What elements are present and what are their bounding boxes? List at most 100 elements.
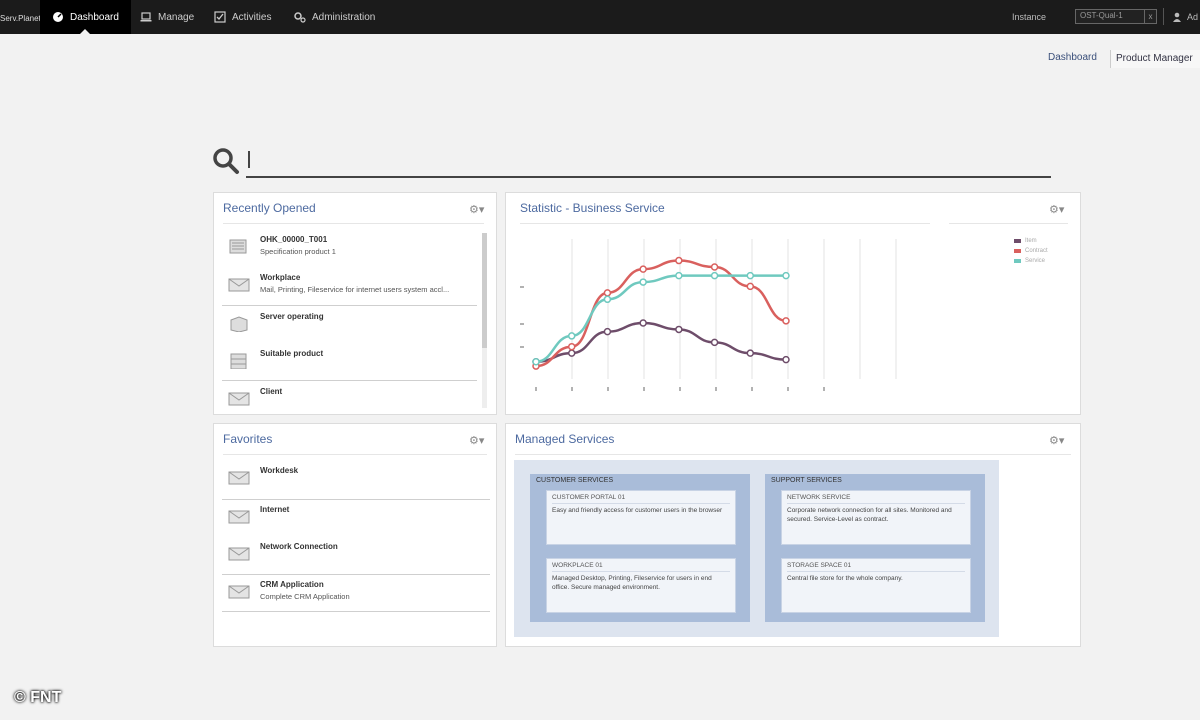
mail-icon — [228, 585, 250, 599]
data-point[interactable] — [782, 317, 790, 325]
mail-icon — [228, 547, 250, 561]
list-item[interactable]: Workplace Mail, Printing, Fileservice fo… — [222, 269, 487, 307]
legend-label: Contract — [1025, 248, 1048, 254]
item-name: Suitable product — [260, 349, 324, 358]
checklist-icon — [214, 11, 226, 23]
list-item[interactable]: Workdesk — [222, 462, 487, 500]
data-point[interactable] — [710, 338, 719, 347]
nav-activities-label: Activities — [232, 11, 272, 23]
divider — [222, 611, 490, 612]
service-group[interactable]: CUSTOMER SERVICES CUSTOMER PORTAL 01 Eas… — [530, 474, 750, 622]
mail-icon — [228, 392, 250, 406]
gear-icon[interactable]: ⚙▾ — [469, 203, 484, 216]
data-point[interactable] — [639, 278, 647, 286]
data-point[interactable] — [603, 327, 612, 336]
title-divider — [223, 454, 487, 455]
data-point[interactable] — [710, 263, 719, 271]
service-card[interactable]: CUSTOMER PORTAL 01 Easy and friendly acc… — [546, 490, 736, 545]
service-group[interactable]: SUPPORT SERVICES NETWORK SERVICE Corpora… — [765, 474, 985, 622]
service-card[interactable]: NETWORK SERVICE Corporate network connec… — [781, 490, 971, 545]
data-point[interactable] — [675, 325, 683, 334]
service-card[interactable]: STORAGE SPACE 01 Central file store for … — [781, 558, 971, 613]
data-point[interactable] — [603, 289, 612, 297]
list-item[interactable]: Client — [222, 383, 487, 421]
chevron-down-icon: x — [1144, 10, 1156, 23]
card-heading: NETWORK SERVICE — [787, 494, 851, 501]
nav-administration[interactable]: Administration — [282, 0, 387, 34]
group-title: SUPPORT SERVICES — [771, 477, 842, 484]
breadcrumb-product-manager[interactable]: Product Manager — [1110, 50, 1200, 68]
list-item[interactable]: Server operating — [222, 308, 487, 346]
data-point[interactable] — [782, 271, 790, 280]
service-card[interactable]: WORKPLACE 01 Managed Desktop, Printing, … — [546, 558, 736, 613]
data-point[interactable] — [532, 358, 540, 366]
data-point[interactable] — [746, 271, 755, 280]
gear-icon[interactable]: ⚙▾ — [469, 434, 484, 447]
list-item[interactable]: OHK_00000_T001 Specification product 1 — [222, 231, 487, 269]
text-cursor — [248, 151, 250, 168]
favorites-panel: Favorites ⚙▾ Workdesk Internet Network C… — [213, 423, 497, 647]
list-item[interactable]: Internet — [222, 501, 487, 539]
data-point[interactable] — [639, 319, 647, 327]
recently-opened-panel: Recently Opened ⚙▾ OHK_00000_T001 Specif… — [213, 192, 497, 415]
data-point[interactable] — [675, 256, 683, 265]
item-name: Workdesk — [260, 466, 299, 475]
data-point[interactable] — [782, 355, 790, 364]
item-name: Network Connection — [260, 542, 338, 551]
data-point[interactable] — [746, 282, 755, 291]
divider — [222, 574, 490, 575]
list-item[interactable]: Network Connection — [222, 538, 487, 576]
item-description: Complete CRM Application — [260, 592, 350, 601]
spec-sheet-icon — [229, 239, 247, 254]
instance-label: Instance — [1012, 12, 1047, 22]
data-point[interactable] — [603, 295, 612, 304]
card-body: Managed Desktop, Printing, Fileservice f… — [552, 575, 712, 591]
legend-entry: Service — [1014, 256, 1048, 266]
divider — [222, 305, 477, 306]
panel-title: Recently Opened — [223, 201, 316, 215]
brand-logo[interactable]: Serv.Planet — [0, 14, 41, 23]
card-divider — [787, 571, 965, 572]
search-underline — [246, 176, 1051, 178]
scrollbar[interactable] — [482, 233, 487, 408]
list-item[interactable]: Suitable product — [222, 345, 487, 383]
item-name: Client — [260, 387, 283, 396]
instance-select[interactable]: OST-Qual-1 x — [1075, 9, 1157, 24]
data-point[interactable] — [567, 332, 576, 340]
title-divider — [520, 223, 930, 224]
gear-icon[interactable]: ⚙▾ — [1049, 434, 1064, 447]
legend-swatch — [1014, 249, 1021, 253]
mail-icon — [228, 510, 250, 524]
data-point[interactable] — [710, 271, 719, 280]
chart-legend: Item Contract Service — [1014, 236, 1048, 266]
user-menu[interactable]: Ad — [1172, 0, 1198, 34]
gears-icon — [294, 12, 306, 23]
nav-activities[interactable]: Activities — [202, 0, 283, 34]
data-point[interactable] — [567, 342, 576, 351]
top-navigation-bar: Serv.Planet Dashboard Manage Activities … — [0, 0, 1200, 34]
data-point[interactable] — [746, 349, 755, 357]
managed-services-panel: Managed Services ⚙▾ CUSTOMER SERVICES CU… — [505, 423, 1081, 647]
gear-icon[interactable]: ⚙▾ — [1049, 203, 1064, 216]
nav-manage-label: Manage — [158, 11, 195, 23]
mail-icon — [228, 471, 250, 485]
search-icon[interactable] — [212, 147, 240, 175]
card-body: Corporate network connection for all sit… — [787, 507, 952, 523]
data-point[interactable] — [675, 271, 683, 280]
list-item[interactable]: CRM Application Complete CRM Application — [222, 576, 487, 614]
legend-label: Service — [1025, 258, 1046, 264]
title-divider — [223, 223, 484, 224]
search-input[interactable] — [246, 148, 1051, 174]
title-divider — [949, 223, 1068, 224]
divider — [222, 380, 477, 381]
data-point[interactable] — [567, 349, 576, 357]
legend-entry: Contract — [1014, 246, 1048, 256]
nav-manage[interactable]: Manage — [128, 0, 206, 34]
data-point[interactable] — [639, 265, 647, 273]
card-divider — [787, 503, 965, 504]
copyright-watermark: © FNT — [14, 689, 62, 706]
breadcrumb-dashboard[interactable]: Dashboard — [1048, 52, 1097, 63]
user-name: Ad — [1187, 12, 1199, 22]
scrollbar-thumb[interactable] — [482, 233, 487, 348]
nav-dashboard[interactable]: Dashboard — [40, 0, 131, 34]
